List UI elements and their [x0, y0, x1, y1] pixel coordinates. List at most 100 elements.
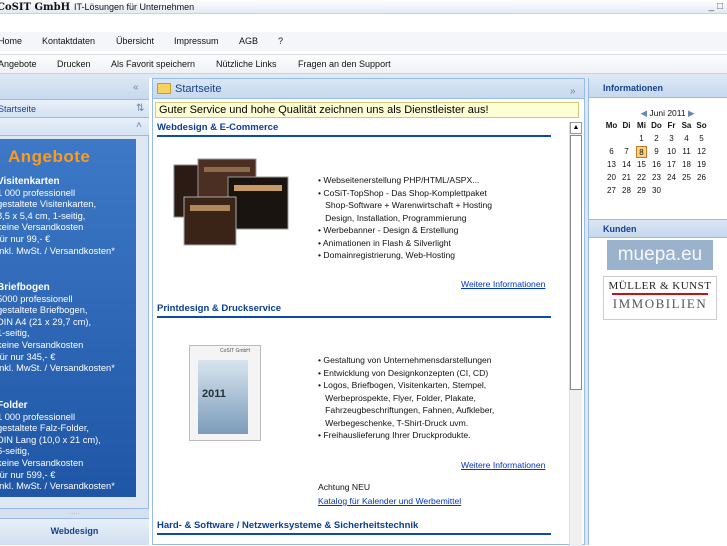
kunden-header: Kunden	[589, 219, 727, 238]
calendar-day[interactable]: 24	[665, 172, 678, 184]
ad-line: keine Versandkosten	[0, 339, 84, 350]
offers-ad[interactable]: Angebote Visitenkarten 1 000 professione…	[0, 139, 136, 497]
calendar-day[interactable]: 26	[695, 172, 708, 184]
menu-help[interactable]: ?	[278, 32, 283, 51]
ad-line: 1 000 professionell	[0, 411, 76, 422]
calendar-day[interactable]: 16	[650, 159, 663, 171]
toolbar: Angebote Drucken Als Favorit speichern N…	[0, 54, 727, 74]
nav-subheader: ˄	[0, 118, 149, 136]
toolbar-links[interactable]: Nützliche Links	[216, 55, 277, 73]
nav-startseite[interactable]: Startseite ⇅	[0, 100, 149, 118]
ad-line: inkl. MwSt. / Versandkosten*	[0, 363, 115, 374]
catalog-link[interactable]: Katalog für Kalender und Werbemittel	[318, 496, 461, 506]
weekday-label: So	[696, 121, 707, 130]
calendar-day[interactable]: 2	[650, 133, 663, 145]
calendar-day[interactable]: 21	[620, 172, 633, 184]
ad-line: 5000 professionell	[0, 293, 73, 304]
calendar-day[interactable]: 27	[605, 185, 618, 197]
section-hardware-title: Hard- & Software / Netzwerksysteme & Sic…	[157, 520, 551, 535]
calendar-day[interactable]: 3	[665, 133, 678, 145]
title-bar: CoSIT GmbH IT-Lösungen für Unternehmen _ …	[0, 0, 727, 14]
ad-line: inkl. MwSt. / Versandkosten*	[0, 245, 115, 256]
catalog-brand: CoSIT GmbH	[220, 348, 250, 354]
webdesign-bullets: • Webseitenerstellung PHP/HTML/ASPX... •…	[318, 174, 492, 262]
weekday-label: Sa	[681, 121, 692, 130]
calendar-month-label: Juni 2011	[649, 108, 686, 118]
calendar-day[interactable]: 15	[635, 159, 648, 171]
calendar-day[interactable]: 1	[635, 133, 648, 145]
slogan-banner: Guter Service und hohe Qualität zeichnen…	[155, 102, 579, 118]
calendar-day[interactable]: 5	[695, 133, 708, 145]
prev-month-icon[interactable]: ◀	[640, 108, 647, 118]
ad-line: keine Versandkosten	[0, 457, 84, 468]
ad-line: DIN Lang (10,0 x 21 cm),	[0, 434, 101, 445]
content-scrollbar[interactable]: ▲	[569, 122, 582, 546]
window-controls[interactable]: _ □	[709, 0, 723, 14]
bullet-item: Werbeprospekte, Flyer, Folder, Plakate,	[318, 392, 476, 403]
calendar-day[interactable]: 29	[635, 185, 648, 197]
calendar-day[interactable]: 7	[620, 146, 633, 158]
menu-kontaktdaten[interactable]: Kontaktdaten	[42, 32, 95, 51]
calendar-day[interactable]: 14	[620, 159, 633, 171]
calendar-day[interactable]: 23	[650, 172, 663, 184]
calendar-today[interactable]: 8	[636, 146, 647, 158]
mueller-kunst-logo[interactable]: MÜLLER & KUNST IMMOBILIEN	[603, 276, 717, 320]
calendar-day[interactable]: 6	[605, 146, 618, 158]
menu-impressum[interactable]: Impressum	[174, 32, 219, 51]
menu-home[interactable]: Home	[0, 32, 22, 51]
chevron-up-icon[interactable]: ˄	[136, 120, 142, 131]
mk-divider	[612, 293, 708, 295]
section-print-title: Printdesign & Druckservice	[157, 303, 551, 318]
ad-line: gestaltete Briefbogen,	[0, 305, 88, 316]
bullet-item: • Gestaltung von Unternehmensdarstellung…	[318, 355, 492, 365]
toolbar-favorit[interactable]: Als Favorit speichern	[111, 55, 195, 73]
collapse-right-icon[interactable]: »	[570, 82, 576, 102]
ad-line: für nur 345,- €	[0, 351, 56, 362]
calendar-day[interactable]: 10	[665, 146, 678, 158]
bullet-item: • Werbebanner - Design & Erstellung	[318, 225, 459, 235]
calendar-day[interactable]: 19	[695, 159, 708, 171]
ad-line: gestaltete Visitenkarten,	[0, 199, 97, 210]
weekday-label: Do	[651, 121, 662, 130]
scroll-thumb[interactable]	[570, 135, 582, 390]
calendar-day[interactable]: 4	[680, 133, 693, 145]
weekday-label: Fr	[667, 121, 676, 130]
bullet-item: Shop-Software + Warenwirtschaft + Hostin…	[318, 200, 493, 210]
expand-icon[interactable]: ⇅	[136, 100, 144, 118]
menu-agb[interactable]: AGB	[239, 32, 258, 51]
more-info-print-link[interactable]: Weitere Informationen	[461, 460, 545, 470]
menu-uebersicht[interactable]: Übersicht	[116, 32, 154, 51]
next-month-icon[interactable]: ▶	[688, 108, 695, 118]
company-tagline: IT-Lösungen für Unternehmen	[74, 2, 195, 12]
ad-block-title: Folder	[0, 400, 28, 411]
toolbar-drucken[interactable]: Drucken	[57, 55, 91, 73]
left-splitter[interactable]: .....	[0, 508, 149, 518]
calendar-day[interactable]: 13	[605, 159, 618, 171]
calendar-day[interactable]: 20	[605, 172, 618, 184]
main-menu: Home Kontaktdaten Übersicht Impressum AG…	[0, 32, 727, 51]
calendar-day[interactable]: 28	[620, 185, 633, 197]
calendar-day[interactable]: 9	[650, 146, 663, 158]
ad-block-title: Briefbogen	[0, 282, 50, 293]
scroll-up-icon[interactable]: ▲	[570, 122, 582, 134]
content-tab-header: Startseite »	[153, 79, 584, 99]
collapse-left-icon[interactable]: «	[133, 82, 139, 93]
bullet-item: Design, Installation, Programmierung	[318, 212, 467, 223]
calendar-day[interactable]: 22	[635, 172, 648, 184]
toolbar-support[interactable]: Fragen an den Support	[298, 55, 391, 73]
ad-block-folder: Folder 1 000 professionell gestaltete Fa…	[0, 400, 136, 493]
calendar-day[interactable]: 11	[680, 146, 693, 158]
nav-webdesign[interactable]: Webdesign	[0, 518, 149, 545]
calendar-day[interactable]: 25	[680, 172, 693, 184]
more-info-webdesign-link[interactable]: Weitere Informationen	[461, 279, 545, 289]
bullet-item: • Logos, Briefbogen, Visitenkarten, Stem…	[318, 380, 487, 390]
new-note: Achtung NEU	[318, 482, 371, 492]
ad-block-title: Visitenkarten	[0, 176, 60, 187]
mk-line1: MÜLLER & KUNST	[608, 280, 712, 292]
calendar-day[interactable]: 12	[695, 146, 708, 158]
calendar-day[interactable]: 30	[650, 185, 663, 197]
toolbar-angebote[interactable]: Angebote	[0, 55, 37, 73]
muepa-logo[interactable]: muepa.eu	[607, 240, 713, 270]
calendar-day[interactable]: 17	[665, 159, 678, 171]
calendar-day[interactable]: 18	[680, 159, 693, 171]
